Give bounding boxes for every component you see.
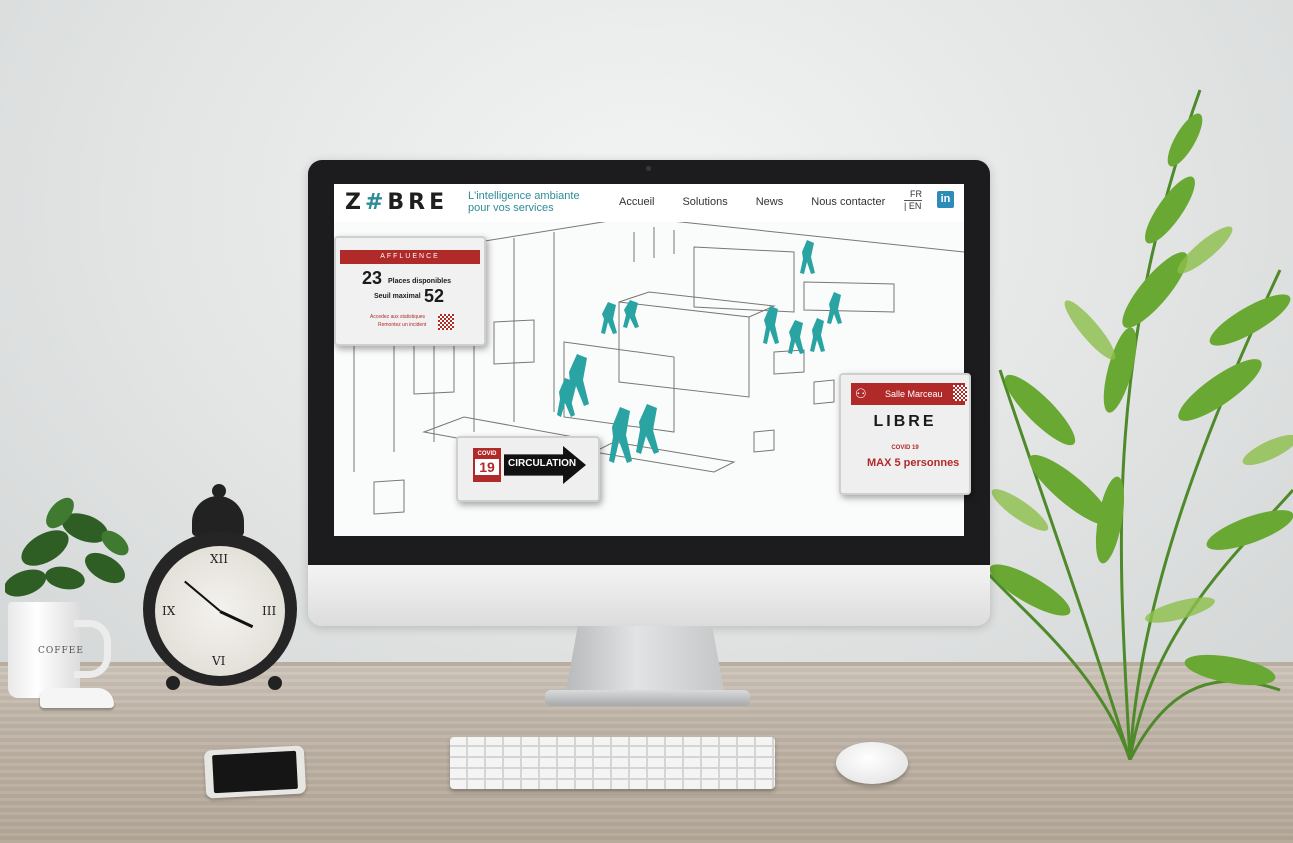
threshold-label: Seuil maximal (374, 293, 421, 300)
mug-text: COFFEE (38, 646, 84, 656)
clock-numeral-12: XII (210, 552, 229, 566)
room-covid-label: COVID 19 (891, 445, 919, 451)
available-places-label: Places disponibles (388, 278, 452, 285)
room-name: Salle Marceau (885, 389, 943, 399)
circulation-display-widget: COVID 19 CIRCULATION (456, 436, 600, 502)
room-display-widget: ⚇ Salle Marceau LIBRE COVID 19 MAX 5 per… (839, 373, 971, 495)
small-plant-image (5, 497, 129, 597)
site-header: Z#BRE L'intelligence ambiante pour vos s… (334, 184, 964, 222)
report-incident-link[interactable]: Remontez un incident (378, 322, 426, 328)
site-tagline: L'intelligence ambiante pour vos service… (468, 190, 580, 214)
clock-numeral-9: IX (162, 604, 176, 618)
monitor-stand (565, 626, 725, 696)
camera-icon (646, 166, 651, 171)
main-nav: Accueil Solutions News Nous contacter (619, 196, 913, 208)
affluence-title: AFFLUENCE (340, 250, 480, 264)
smartphone-image (203, 745, 307, 799)
room-header: ⚇ Salle Marceau (851, 383, 965, 405)
nav-item-accueil[interactable]: Accueil (619, 196, 654, 208)
covid-badge: COVID 19 (473, 448, 501, 482)
available-places-count: 23 (362, 268, 383, 288)
clock-foot-right (268, 676, 282, 690)
language-switcher: FR | EN (904, 189, 922, 212)
lang-fr-link[interactable]: FR (904, 189, 922, 201)
room-status: LIBRE (873, 413, 937, 430)
lang-en-link[interactable]: | EN (904, 201, 921, 211)
room-max-capacity: MAX 5 personnes (867, 457, 960, 469)
nav-item-news[interactable]: News (756, 196, 784, 208)
person-icon: ⚇ (855, 386, 867, 401)
clock-numeral-6: VI (212, 654, 226, 668)
site-logo[interactable]: Z#BRE (345, 190, 448, 215)
monitor-stand-base (545, 690, 750, 706)
qr-code-icon (953, 385, 967, 401)
threshold-value: 52 (424, 286, 445, 306)
linkedin-icon[interactable]: in (937, 191, 954, 208)
nav-item-solutions[interactable]: Solutions (682, 196, 727, 208)
qr-code-icon (438, 314, 454, 330)
phone-screen (212, 750, 298, 794)
nav-item-contact[interactable]: Nous contacter (811, 196, 885, 208)
affluence-display-widget: AFFLUENCE 23 Places disponibles Seuil ma… (334, 236, 486, 346)
clock-numeral-3: III (262, 604, 277, 618)
monitor-chin (308, 565, 990, 626)
circulation-label: CIRCULATION (508, 458, 577, 469)
fern-plant-image (983, 89, 1293, 760)
statistics-link[interactable]: Accedez aux statistiques (370, 314, 425, 320)
clock-foot-left (166, 676, 180, 690)
keyboard-image (450, 737, 775, 789)
toy-car-image (40, 688, 114, 708)
mouse-image (836, 742, 908, 784)
